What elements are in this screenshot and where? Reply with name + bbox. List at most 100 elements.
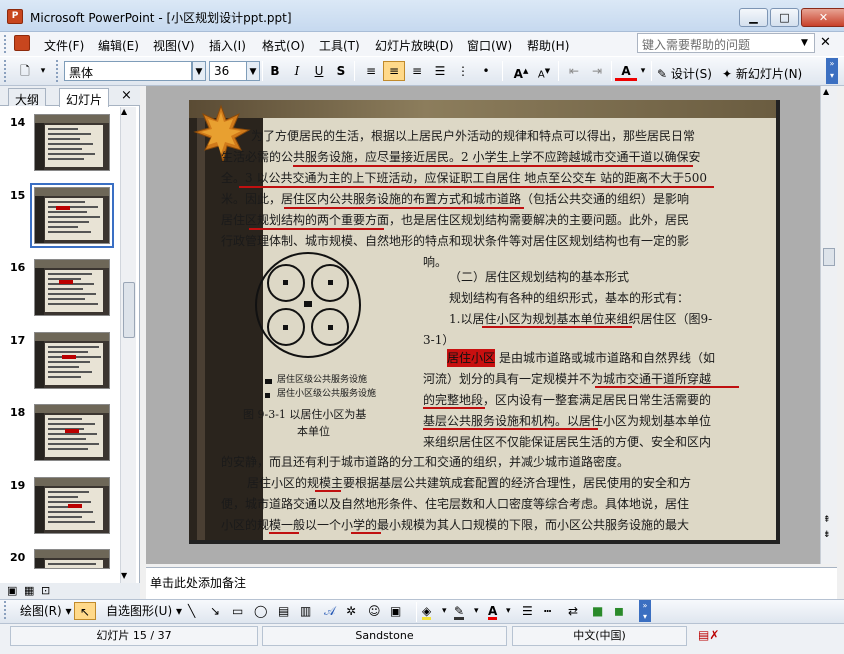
toolbar-grip[interactable]	[4, 601, 7, 619]
increase-indent-icon[interactable]: ⇥	[586, 61, 608, 81]
new-slide-button[interactable]: ✦ 新幻灯片(N)	[722, 65, 802, 82]
slide-sorter-icon[interactable]: ▦	[24, 584, 34, 597]
menu-edit[interactable]: 编辑(E)	[98, 37, 139, 54]
normal-view-icon[interactable]: ▣	[7, 584, 17, 597]
chevron-down-icon[interactable]: ▾	[442, 602, 447, 620]
close-icon[interactable]: ✕	[820, 35, 831, 50]
decrease-indent-icon[interactable]: ⇤	[563, 61, 585, 81]
increase-font-icon[interactable]: A▲	[510, 61, 532, 81]
menu-window[interactable]: 窗口(W)	[467, 37, 512, 54]
slide-text-line: 生活必需的公共服务设施，应尽量接近居民。2 小学生上学不应跨越城市交通干道以确保…	[221, 150, 701, 164]
notes-pane[interactable]	[146, 567, 837, 599]
maximize-button[interactable]: □	[770, 8, 799, 27]
chevron-down-icon[interactable]: ▾	[636, 61, 650, 81]
scroll-up-icon[interactable]: ▲	[121, 107, 127, 116]
next-slide-icon[interactable]: ⇟	[823, 530, 831, 540]
spelling-check-icon[interactable]: ▤✗	[698, 628, 719, 642]
menu-insert[interactable]: 插入(I)	[209, 37, 246, 54]
document-icon[interactable]	[14, 35, 30, 51]
italic-button[interactable]: I	[286, 61, 308, 81]
bullets-icon[interactable]: •	[475, 61, 497, 81]
font-size-field[interactable]: 36	[209, 61, 249, 81]
chevron-down-icon[interactable]: ▼	[801, 38, 808, 48]
fill-color-icon[interactable]: ◈	[422, 602, 432, 620]
align-center-icon[interactable]: ≡	[383, 61, 405, 81]
slide-thumbnail[interactable]	[34, 259, 110, 316]
slide-thumbnail[interactable]	[34, 477, 110, 534]
shadow-button[interactable]: S	[330, 61, 352, 81]
slide-thumbnail[interactable]	[34, 549, 110, 569]
shadow-style-icon[interactable]: ■	[592, 602, 603, 620]
scrollbar-thumb[interactable]	[123, 282, 135, 338]
font-color-icon[interactable]: A	[615, 61, 637, 81]
toolbar-grip[interactable]	[56, 60, 59, 82]
font-name-field[interactable]: 黑体	[64, 61, 192, 81]
rectangle-icon[interactable]: ▭	[232, 602, 243, 620]
toolbar-grip[interactable]	[4, 60, 7, 82]
slide-scrollbar[interactable]	[820, 86, 837, 564]
scroll-down-icon[interactable]: ▼	[121, 571, 127, 580]
numbering-icon[interactable]: ⋮	[452, 61, 474, 81]
menu-slideshow[interactable]: 幻灯片放映(D)	[375, 37, 454, 54]
arrow-style-icon[interactable]: ⇄	[568, 602, 578, 620]
line-color-icon[interactable]: ✎	[454, 602, 465, 620]
bold-button[interactable]: B	[264, 61, 286, 81]
scrollbar-thumb[interactable]	[823, 248, 835, 266]
draw-menu-button[interactable]: 绘图(R) ▾	[20, 602, 72, 620]
diagram-icon[interactable]: ✲	[346, 602, 356, 620]
tab-slides[interactable]: 幻灯片	[59, 88, 110, 107]
legend-marker	[265, 379, 272, 384]
menu-help[interactable]: 帮助(H)	[527, 37, 569, 54]
powerpoint-icon[interactable]: P	[7, 9, 23, 24]
close-icon[interactable]: ×	[121, 88, 132, 103]
menu-view[interactable]: 视图(V)	[153, 37, 195, 54]
notes-placeholder[interactable]: 单击此处添加备注	[150, 574, 246, 591]
underline-button[interactable]: U	[308, 61, 330, 81]
menu-file[interactable]: 文件(F)	[44, 37, 84, 54]
slide-thumbnail[interactable]	[30, 183, 114, 248]
autoshape-menu-button[interactable]: 自选图形(U) ▾	[106, 602, 182, 620]
3d-style-icon[interactable]: ◼	[614, 602, 624, 620]
align-left-icon[interactable]: ≡	[360, 61, 382, 81]
slide-text-line: 来组织居住区不仅能保证居民生活的方便、安全和区内	[423, 435, 712, 449]
design-button[interactable]: ✎ 设计(S)	[657, 65, 712, 82]
scroll-up-icon[interactable]: ▲	[823, 87, 829, 96]
minimize-button[interactable]: ▁	[739, 8, 768, 27]
close-button[interactable]: ✕	[801, 8, 844, 27]
slideshow-icon[interactable]: ⊡	[41, 584, 50, 597]
menu-tools[interactable]: 工具(T)	[319, 37, 360, 54]
tab-outline[interactable]: 大纲	[8, 88, 47, 107]
wordart-icon[interactable]: 𝒜	[324, 602, 335, 620]
line-style-icon[interactable]: ☰	[522, 602, 533, 620]
slide[interactable]: 为了方便居民的生活，根据以上居民户外活动的规律和特点可以得出，那些居民日常 生活…	[189, 100, 780, 544]
align-right-icon[interactable]: ≡	[406, 61, 428, 81]
chevron-down-icon[interactable]: ▼	[246, 61, 260, 81]
previous-slide-icon[interactable]: ⇞	[823, 515, 831, 526]
line-icon[interactable]: ╲	[188, 602, 195, 620]
select-pointer-icon[interactable]: ↖	[74, 602, 96, 620]
clipart-icon[interactable]: ☺	[368, 602, 381, 620]
menu-format[interactable]: 格式(O)	[262, 37, 305, 54]
arrow-icon[interactable]: ↘	[210, 602, 220, 620]
panel-scrollbar[interactable]	[120, 107, 136, 583]
toolbar-options-icon[interactable]: » ▾	[826, 58, 838, 84]
slide-thumbnail[interactable]	[34, 404, 110, 461]
dash-style-icon[interactable]: ┅	[544, 602, 551, 620]
slide-thumbnail[interactable]	[34, 332, 110, 389]
decrease-font-icon[interactable]: A▼	[533, 61, 555, 81]
chevron-down-icon[interactable]: ▼	[192, 61, 206, 81]
help-search-input[interactable]: 键入需要帮助的问题	[637, 33, 815, 53]
picture-icon[interactable]: ▣	[390, 602, 401, 620]
slide-thumbnail[interactable]	[34, 114, 110, 171]
oval-icon[interactable]: ◯	[254, 602, 267, 620]
menu-grip[interactable]	[4, 35, 7, 53]
new-document-icon[interactable]: 🗋	[14, 61, 36, 81]
chevron-down-icon[interactable]: ▾	[36, 61, 50, 81]
textbox-icon[interactable]: ▤	[278, 602, 289, 620]
chevron-down-icon[interactable]: ▾	[506, 602, 511, 620]
justify-icon[interactable]: ☰	[429, 61, 451, 81]
vertical-textbox-icon[interactable]: ▥	[300, 602, 311, 620]
toolbar-options-icon[interactable]: » ▾	[639, 600, 651, 622]
font-color-icon[interactable]: A	[488, 602, 498, 620]
chevron-down-icon[interactable]: ▾	[474, 602, 479, 620]
